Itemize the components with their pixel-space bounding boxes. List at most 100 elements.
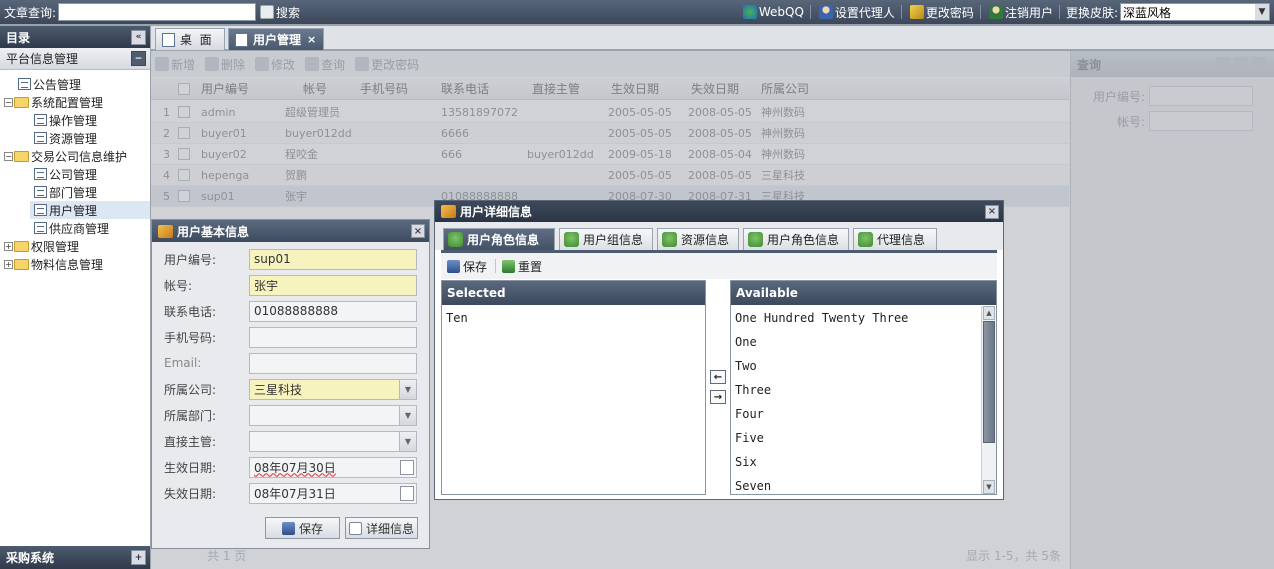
list-item[interactable]: Three: [735, 380, 771, 400]
set-agent-link[interactable]: 设置代理人: [818, 4, 895, 21]
webqq-icon: [742, 5, 757, 19]
tree-item-label: 公告管理: [33, 77, 82, 92]
collapse-icon[interactable]: −: [4, 151, 13, 161]
tab-label: 用户组信息: [583, 233, 644, 247]
collapse-sidebar-icon[interactable]: «: [131, 29, 146, 45]
company-field[interactable]: 三星科技 ▼: [249, 378, 417, 400]
scrollbar-thumb[interactable]: [983, 321, 995, 443]
divider: [1058, 5, 1060, 19]
form-row-email: Email:: [164, 352, 426, 374]
chevron-down-icon[interactable]: ▼: [399, 405, 416, 425]
field-label: 所属公司:: [164, 382, 217, 397]
webqq-link[interactable]: WebQQ: [742, 5, 804, 19]
window-title: 用户基本信息: [177, 224, 250, 239]
detail-save-label: 保存: [463, 259, 488, 274]
scroll-up-icon[interactable]: ▲: [983, 306, 995, 320]
calendar-icon[interactable]: [400, 485, 414, 501]
expand-icon[interactable]: +: [4, 259, 13, 269]
mobile-field[interactable]: [249, 326, 417, 348]
email-field[interactable]: [249, 352, 417, 374]
article-search-input[interactable]: [58, 3, 257, 21]
expand-icon[interactable]: +: [4, 241, 13, 251]
chevron-down-icon[interactable]: ▼: [399, 431, 416, 451]
list-item[interactable]: Four: [735, 404, 764, 424]
skin-select[interactable]: 深蓝风格 ▼: [1120, 3, 1270, 21]
chevron-down-icon[interactable]: ▼: [399, 379, 416, 399]
tree-item-material[interactable]: + 物料信息管理: [4, 255, 103, 273]
tree-item-user[interactable]: 用户管理: [30, 201, 150, 219]
tree-item-system-config[interactable]: − 系统配置管理: [4, 93, 103, 111]
logout-link[interactable]: 注销用户: [988, 4, 1053, 21]
puzzle-icon: [448, 232, 463, 247]
tree-item-label: 系统配置管理: [31, 95, 104, 110]
tab-user-role-info[interactable]: 用户角色信息: [443, 228, 555, 250]
sidebar-section-header[interactable]: 平台信息管理 −: [0, 48, 150, 70]
form-row-mobile: 手机号码:: [164, 326, 426, 348]
field-label: 所属部门:: [164, 408, 217, 423]
folder-icon: [14, 150, 29, 162]
user-detail-window: 用户详细信息 × 用户角色信息 用户组信息 资源信息 用户角色信息 代理信息 保…: [434, 200, 1004, 500]
edit-pencil-icon: [158, 224, 173, 238]
available-scrollbar[interactable]: ▲ ▼: [981, 306, 996, 494]
detail-save-button[interactable]: 保存: [447, 258, 487, 275]
tree-item-permission[interactable]: + 权限管理: [4, 237, 79, 255]
logout-label: 注销用户: [1004, 5, 1053, 20]
page-icon: [34, 222, 47, 234]
start-date-field[interactable]: 08年07月30日: [249, 456, 417, 478]
tree-item-department[interactable]: 部门管理: [34, 183, 97, 201]
list-item[interactable]: Five: [735, 428, 764, 448]
tree-item-operation[interactable]: 操作管理: [34, 111, 97, 129]
detail-reset-label: 重置: [518, 259, 543, 274]
close-icon[interactable]: ×: [985, 204, 999, 219]
list-item[interactable]: Seven: [735, 476, 771, 496]
end-date-field[interactable]: 08年07月31日: [249, 482, 417, 504]
phone-field[interactable]: 01088888888: [249, 300, 417, 322]
account-field[interactable]: 张宇: [249, 274, 417, 296]
list-item[interactable]: One Hundred Twenty Three: [735, 308, 908, 328]
close-tab-icon[interactable]: ×: [307, 33, 316, 46]
details-button[interactable]: 详细信息: [345, 517, 418, 539]
page-icon: [235, 32, 248, 47]
tab-desktop[interactable]: 桌 面: [155, 28, 225, 50]
manager-field[interactable]: ▼: [249, 430, 417, 452]
detail-reset-button[interactable]: 重置: [502, 258, 542, 275]
tree-item-label: 公司管理: [49, 167, 98, 182]
available-list: Available One Hundred Twenty Three One Two…: [730, 280, 997, 495]
tree-item-supplier[interactable]: 供应商管理: [34, 219, 109, 237]
list-item[interactable]: Two: [735, 356, 757, 376]
search-button[interactable]: 搜索: [260, 4, 300, 21]
collapse-section-icon[interactable]: −: [131, 51, 146, 66]
expand-section-icon[interactable]: +: [131, 550, 146, 565]
tab-user-group-info[interactable]: 用户组信息: [559, 228, 653, 250]
save-button[interactable]: 保存: [265, 517, 340, 539]
move-right-button[interactable]: →: [710, 390, 726, 404]
window-titlebar[interactable]: 用户详细信息 ×: [435, 201, 1003, 222]
sidebar-bottom-section[interactable]: 采购系统 +: [0, 546, 150, 569]
list-item[interactable]: One: [735, 332, 757, 352]
form-row-phone: 联系电话: 01088888888: [164, 300, 426, 322]
calendar-icon[interactable]: [400, 459, 414, 475]
list-item[interactable]: Ten: [446, 308, 468, 328]
user-basic-info-window: 用户基本信息 × 用户编号: sup01 帐号: 张宇 联系电话: 01088888888…: [151, 219, 430, 549]
tab-agent-info[interactable]: 代理信息: [853, 228, 937, 250]
top-bar: 文章查询: 搜索 WebQQ 设置代理人 更改密码 注销用户 更换皮肤: 深蓝风…: [0, 0, 1274, 24]
tree-item-resource[interactable]: 资源管理: [34, 129, 97, 147]
tab-resource-info[interactable]: 资源信息: [657, 228, 739, 250]
close-icon[interactable]: ×: [411, 224, 425, 238]
window-titlebar[interactable]: 用户基本信息 ×: [152, 220, 429, 242]
tree-item-label: 部门管理: [49, 185, 98, 200]
move-left-button[interactable]: ←: [710, 370, 726, 384]
tree-item-announcement[interactable]: 公告管理: [18, 75, 81, 93]
tree-item-trading-company[interactable]: − 交易公司信息维护: [4, 147, 127, 165]
user-id-field[interactable]: sup01: [249, 248, 417, 270]
change-password-link[interactable]: 更改密码: [909, 4, 974, 21]
save-label: 保存: [298, 521, 323, 536]
form-row-manager: 直接主管: ▼: [164, 430, 426, 452]
tab-user-management[interactable]: 用户管理 ×: [228, 28, 324, 50]
scroll-down-icon[interactable]: ▼: [983, 480, 995, 494]
department-field[interactable]: ▼: [249, 404, 417, 426]
tab-user-role-info-2[interactable]: 用户角色信息: [743, 228, 849, 250]
tree-item-company[interactable]: 公司管理: [34, 165, 97, 183]
list-item[interactable]: Six: [735, 452, 757, 472]
collapse-icon[interactable]: −: [4, 97, 13, 107]
